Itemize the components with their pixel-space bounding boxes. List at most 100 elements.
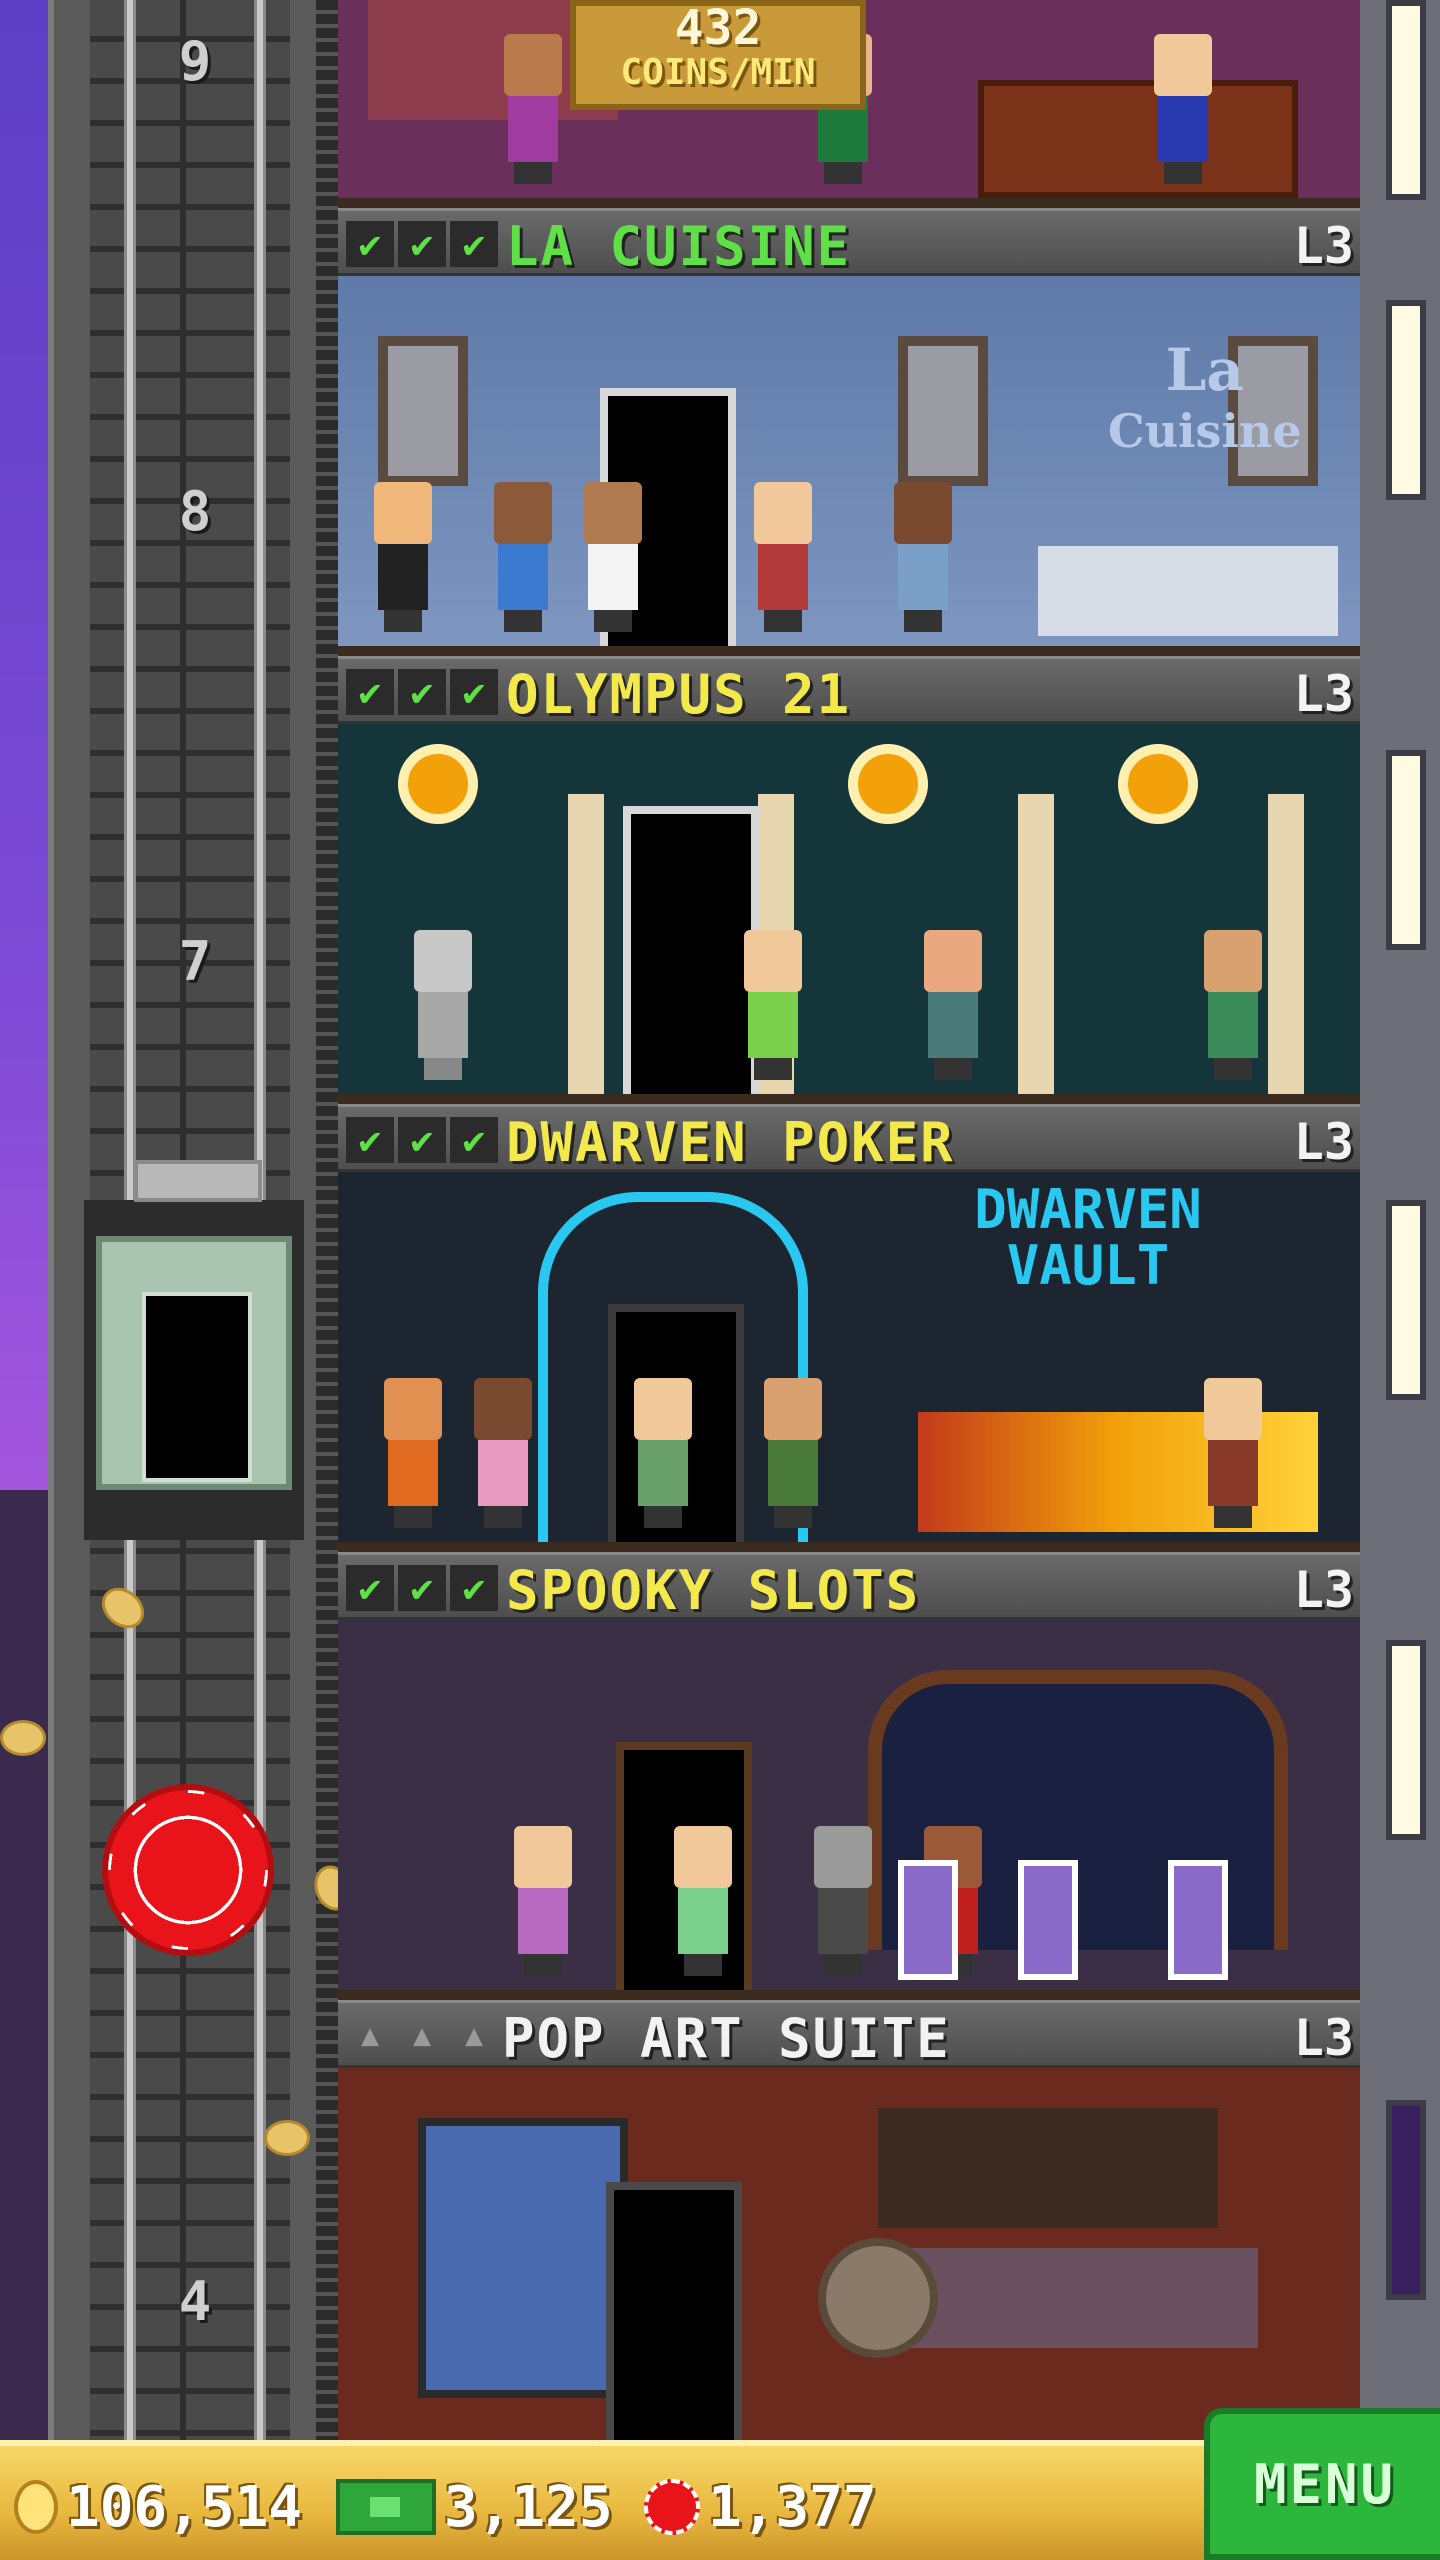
egg-chair	[818, 2238, 938, 2358]
bitizen[interactable]	[378, 1378, 448, 1528]
bar-counter	[978, 80, 1298, 198]
floor-label[interactable]: ✔ ✔ ✔ DWARVEN POKER L3	[338, 1104, 1360, 1174]
pop-art-painting	[418, 2118, 628, 2398]
floor-scene-dwarven-poker[interactable]: DWARVEN VAULT	[338, 1172, 1360, 1552]
falling-coin-icon[interactable]	[264, 2120, 310, 2156]
check-icon: ✔	[398, 669, 446, 715]
star-checks: ✔ ✔ ✔	[346, 1117, 498, 1163]
floor-name: DWARVEN POKER	[506, 1111, 955, 1174]
floor-scene-olympus-21[interactable]	[338, 724, 1360, 1104]
column	[568, 794, 604, 1094]
falling-coin-icon[interactable]	[0, 1720, 46, 1756]
bitizen[interactable]	[1148, 34, 1218, 184]
floor-label[interactable]: ✔ ✔ ✔ LA CUISINE L3	[338, 208, 1360, 278]
bitizen[interactable]	[368, 482, 438, 632]
chef-bitizen[interactable]	[578, 482, 648, 632]
restaurant-sign: La Cuisine	[1108, 336, 1302, 458]
picture-frame	[378, 336, 468, 486]
bitizen[interactable]	[758, 1378, 828, 1528]
bitizen[interactable]	[628, 1378, 698, 1528]
floor-name: SPOOKY SLOTS	[506, 1559, 921, 1622]
coins-per-min-banner[interactable]: 432 COINS/MIN	[570, 0, 866, 110]
floor-name: LA CUISINE	[506, 215, 852, 278]
wall-shelf	[878, 2108, 1218, 2228]
floor-level: L3	[1293, 1113, 1354, 1171]
floor-number: 8	[178, 480, 212, 543]
elevator-top	[134, 1160, 262, 1202]
window	[1386, 1640, 1426, 1840]
star-checks: ✔ ✔ ✔	[346, 1565, 498, 1611]
floor-scene-spooky-slots[interactable]	[338, 1620, 1360, 2000]
bitizen[interactable]	[668, 1826, 738, 1976]
floor-number: 4	[178, 2270, 212, 2333]
floor-name: OLYMPUS 21	[506, 663, 852, 726]
menu-label: MENU	[1253, 2452, 1397, 2516]
elevator-door	[142, 1292, 252, 1482]
spade-emblem-icon	[398, 744, 478, 824]
dining-table	[1038, 546, 1338, 636]
bitizen[interactable]	[918, 930, 988, 1080]
floor-label[interactable]: ▲ ▲ ▲ POP ART SUITE L3	[338, 2000, 1360, 2070]
window	[1386, 300, 1426, 500]
bitizen[interactable]	[738, 930, 808, 1080]
chip-icon	[644, 2479, 700, 2535]
bitizen[interactable]	[498, 34, 568, 184]
zombie-bitizen[interactable]	[808, 1826, 878, 1976]
bitizen[interactable]	[468, 1378, 538, 1528]
coins-per-min-value: 432	[674, 0, 762, 56]
star-checks: ✔ ✔ ✔	[346, 221, 498, 267]
chips-value: 1,377	[708, 2474, 877, 2540]
window	[1386, 0, 1426, 200]
diamond-emblem-icon	[848, 744, 928, 824]
poker-chip-icon[interactable]	[108, 1790, 268, 1950]
coins-value: 106,514	[66, 2474, 303, 2540]
bux-stat[interactable]: 3,125	[336, 2472, 613, 2542]
bitizen[interactable]	[748, 482, 818, 632]
floor-label[interactable]: ✔ ✔ ✔ OLYMPUS 21 L3	[338, 656, 1360, 726]
bitizen[interactable]	[508, 1826, 578, 1976]
bux-icon	[336, 2479, 436, 2535]
check-icon: ✔	[398, 1117, 446, 1163]
sky-background	[0, 0, 48, 2440]
chips-stat[interactable]: 1,377	[644, 2472, 877, 2542]
floor-name: POP ART SUITE	[502, 2007, 951, 2070]
statue	[408, 930, 478, 1080]
vault-sign: DWARVEN VAULT	[974, 1178, 1202, 1297]
bitizen[interactable]	[888, 482, 958, 632]
window	[1386, 1200, 1426, 1400]
city-silhouette	[0, 1490, 48, 2440]
floor-scene-pop-art-suite[interactable]	[338, 2068, 1360, 2440]
slot-machine	[1018, 1860, 1078, 1980]
column	[1018, 794, 1054, 1094]
coins-stat[interactable]: 106,514	[14, 2472, 302, 2542]
check-icon: ✔	[346, 221, 394, 267]
check-icon: ✔	[450, 1565, 498, 1611]
floor-level: L3	[1293, 1561, 1354, 1619]
menu-button[interactable]: MENU	[1204, 2408, 1440, 2560]
coin-icon	[14, 2480, 58, 2534]
check-icon: ✔	[450, 1117, 498, 1163]
floor-level: L3	[1293, 217, 1354, 275]
elevator-cab	[96, 1236, 292, 1490]
empty-star-icon: ▲	[360, 2018, 380, 2053]
check-icon: ✔	[346, 669, 394, 715]
bitizen[interactable]	[488, 482, 558, 632]
check-icon: ✔	[450, 221, 498, 267]
club-emblem-icon	[1118, 744, 1198, 824]
coins-per-min-label: COINS/MIN	[620, 52, 816, 93]
check-icon: ✔	[346, 1565, 394, 1611]
floor-scene-la-cuisine[interactable]: La Cuisine	[338, 276, 1360, 656]
bitizen[interactable]	[1198, 930, 1268, 1080]
elevator-car[interactable]	[84, 1160, 304, 1540]
shaft-edge	[316, 0, 338, 2440]
floor-door	[606, 2182, 742, 2440]
floor-level: L3	[1293, 2009, 1354, 2067]
floor-level: L3	[1293, 665, 1354, 723]
window	[1386, 2100, 1426, 2300]
floor-label[interactable]: ✔ ✔ ✔ SPOOKY SLOTS L3	[338, 1552, 1360, 1622]
slot-machine	[1168, 1860, 1228, 1980]
tower: ✔ ✔ ✔ LA CUISINE L3 La Cuisine ✔ ✔ ✔ OLY…	[338, 0, 1360, 2440]
bitizen[interactable]	[1198, 1378, 1268, 1528]
check-icon: ✔	[398, 1565, 446, 1611]
check-icon: ✔	[398, 221, 446, 267]
